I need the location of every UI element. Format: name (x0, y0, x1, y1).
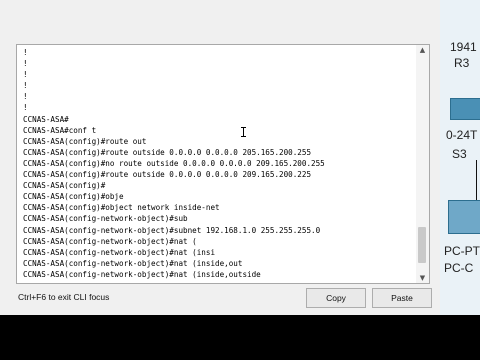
topology-pane: 1941 R3 0-24T S3 PC-PT PC-C (440, 0, 480, 315)
terminal-line: CCNAS-ASA(config-network-object)#nat (in… (23, 258, 243, 268)
terminal-scrollbar[interactable]: ▲ ▼ (416, 44, 430, 284)
terminal-line: CCNAS-ASA# (23, 114, 69, 124)
switch-icon[interactable] (450, 98, 480, 120)
scroll-up-arrow-icon[interactable]: ▲ (416, 46, 429, 54)
terminal-line: CCNAS-ASA(config)#route out (23, 136, 147, 146)
terminal-line: ! (23, 92, 28, 102)
terminal-line: CCNAS-ASA(config)#route outside 0.0.0.0 … (23, 170, 312, 180)
scroll-down-arrow-icon[interactable]: ▼ (416, 274, 429, 282)
network-cable (476, 160, 477, 200)
terminal-line: CCNAS-ASA(config)#obje (23, 192, 124, 202)
terminal-line: ! (23, 81, 28, 91)
cli-window: !!!!!! CCNAS-ASA# CCNAS-ASA#conf t CCNAS-AS… (0, 0, 480, 315)
cli-bottom-bar: Ctrl+F6 to exit CLI focus Copy Paste (0, 284, 440, 314)
terminal-line: ! (23, 59, 28, 69)
device-label-1941: 1941 (450, 40, 477, 54)
text-cursor-icon (241, 127, 246, 137)
device-label-r3: R3 (454, 56, 470, 70)
terminal-line: CCNAS-ASA(config)#object network inside-… (23, 203, 220, 213)
terminal-output: !!!!!! CCNAS-ASA# CCNAS-ASA#conf t CCNAS-AS… (23, 47, 325, 280)
device-label-switch-model: 0-24T (446, 128, 478, 142)
cli-terminal[interactable]: !!!!!! CCNAS-ASA# CCNAS-ASA#conf t CCNAS-AS… (16, 44, 418, 284)
terminal-line: CCNAS-ASA#conf t (23, 125, 97, 135)
device-label-s3: S3 (452, 147, 467, 161)
device-label-pc-c: PC-C (444, 261, 474, 275)
terminal-line: CCNAS-ASA(config-network-object)#subnet … (23, 225, 321, 235)
terminal-line: CCNAS-ASA(config-network-object)#nat (in… (23, 247, 216, 257)
pc-icon[interactable] (448, 200, 480, 234)
terminal-line: CCNAS-ASA(config)#route outside 0.0.0.0 … (23, 147, 312, 157)
terminal-line: CCNAS-ASA(config-network-object)#nat ( (23, 236, 197, 246)
copy-button[interactable]: Copy (306, 288, 366, 308)
scroll-thumb[interactable] (418, 227, 426, 263)
terminal-line: ! (23, 103, 28, 113)
terminal-line: CCNAS-ASA(config)#no route outside 0.0.0… (23, 158, 325, 168)
terminal-line: CCNAS-ASA(config-network-object)#sub (23, 214, 188, 224)
device-label-pc-pt: PC-PT (444, 244, 480, 258)
terminal-line: ! (23, 48, 28, 57)
exit-focus-hint: Ctrl+F6 to exit CLI focus (18, 292, 110, 302)
paste-button[interactable]: Paste (372, 288, 432, 308)
terminal-line: CCNAS-ASA(config)# (23, 181, 106, 191)
terminal-line: ! (23, 70, 28, 80)
terminal-line: CCNAS-ASA(config-network-object)#nat (in… (23, 269, 261, 279)
